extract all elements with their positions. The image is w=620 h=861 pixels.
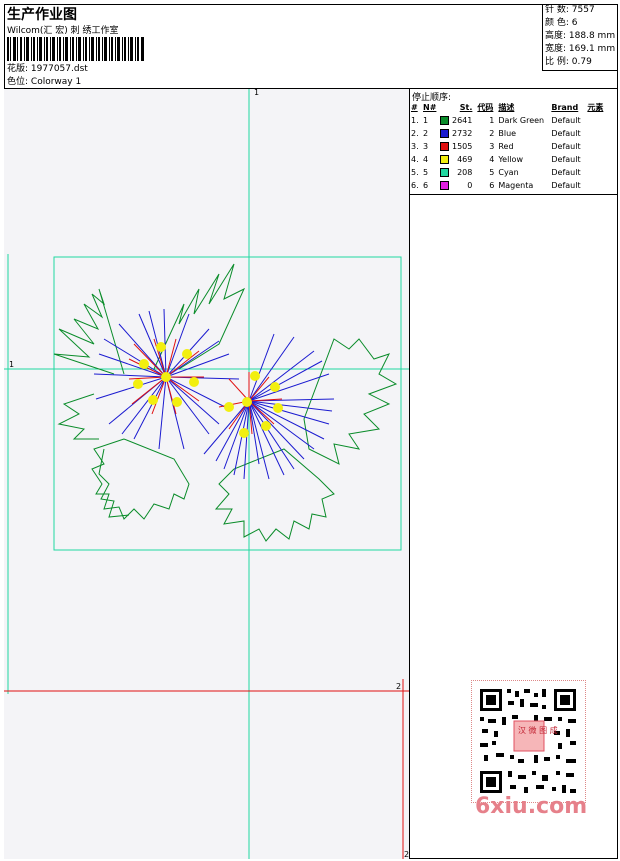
design-file-name: 1977057.dst	[30, 64, 88, 74]
color-row: 2. 2 2732 2 Blue Default	[411, 129, 581, 138]
stat-height: 高度: 188.8 mm	[545, 31, 616, 41]
barcode	[7, 37, 144, 61]
stop-sequence-panel: 停止顺序: # N# St. 代码 描述 Brand 元素 1. 1 2641 1 …	[410, 89, 618, 195]
color-row: 3. 3 1505 3 Red Default	[411, 142, 581, 151]
studio-name: Wilcom(汇 宏) 刺 绣工作室	[7, 26, 119, 36]
color-swatch	[440, 168, 449, 177]
color-row: 5. 5 208 5 Cyan Default	[411, 168, 581, 177]
color-swatch	[440, 155, 449, 164]
marker-right: 2	[396, 682, 401, 691]
marker-top: 1	[254, 89, 259, 97]
embroidery-preview: 1 1 2 2	[4, 89, 409, 859]
colorway-name: Colorway 1	[30, 77, 82, 87]
header: 生产作业图 Wilcom(汇 宏) 刺 绣工作室 花版: 1977057.dst…	[4, 4, 618, 89]
color-swatch	[440, 129, 449, 138]
stat-width: 宽度: 169.1 mm	[545, 44, 616, 54]
color-swatch	[440, 142, 449, 151]
design-file-line: 花版: 1977057.dst	[7, 61, 88, 74]
qr-code: 汉 微 图 成	[471, 680, 586, 803]
stats-panel: 针 数: 7557 颜 色: 6 高度: 188.8 mm 宽度: 169.1 …	[542, 4, 618, 71]
info-column: 停止顺序: # N# St. 代码 描述 Brand 元素 1. 1 2641 1 …	[409, 89, 618, 859]
stat-scale: 比 例: 0.79	[545, 57, 592, 67]
color-swatch	[440, 116, 449, 125]
color-row: 6. 6 06 Magenta Default	[411, 181, 581, 190]
leaves	[53, 263, 398, 542]
color-table-header: # N# St. 代码 描述 Brand 元素	[411, 103, 604, 112]
watermark: 6xiu.com	[475, 794, 588, 819]
color-row: 1. 1 2641 1 Dark Green Default	[411, 116, 581, 125]
design-canvas: 1 1 2 2	[4, 89, 409, 859]
design-label: 花版:	[7, 64, 29, 74]
qr-code-graphic: 汉 微 图 成	[480, 689, 576, 793]
page-title: 生产作业图	[7, 7, 77, 23]
color-swatch	[440, 181, 449, 190]
stat-stitches: 针 数: 7557	[545, 5, 595, 15]
stat-colors: 颜 色: 6	[545, 18, 578, 28]
qr-stamp-text: 汉 微 图 成	[518, 725, 558, 735]
colorway-label: 色位:	[7, 77, 29, 87]
color-row: 4. 4 469 4 Yellow Default	[411, 155, 581, 164]
marker-left: 1	[9, 360, 14, 369]
colorway-line: 色位: Colorway 1	[7, 74, 81, 87]
color-table: # N# St. 代码 描述 Brand 元素 1. 1 2641 1 Dark G…	[411, 101, 609, 192]
blue-petals	[93, 308, 335, 480]
